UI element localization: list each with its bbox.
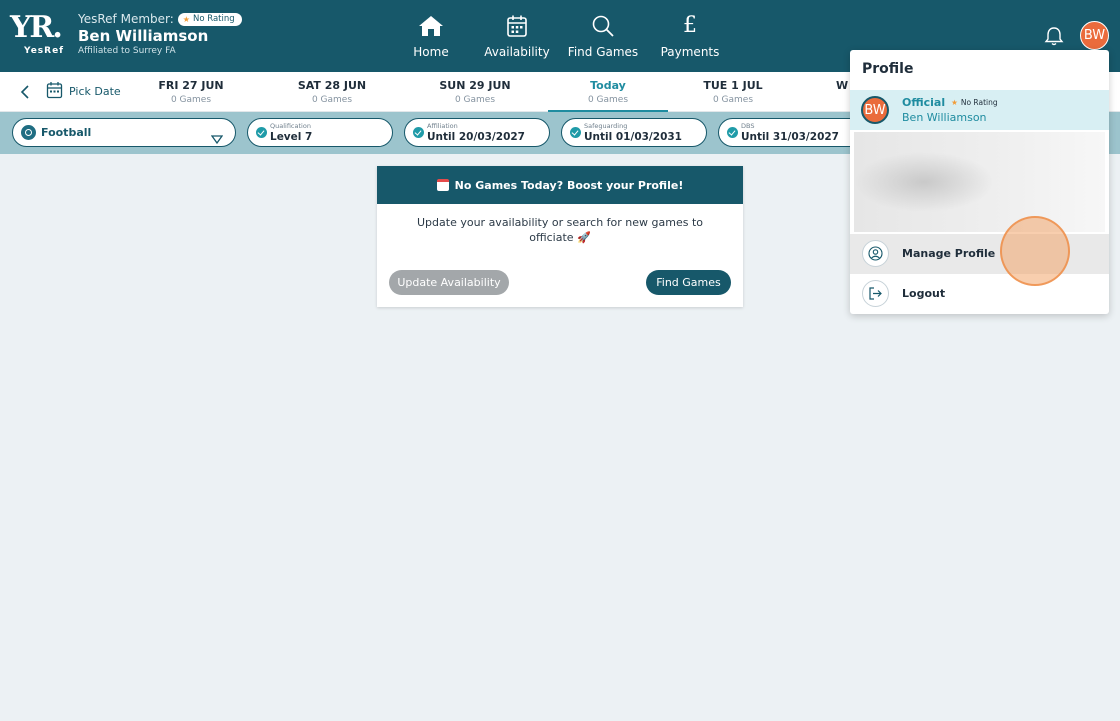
nav-home-label: Home bbox=[413, 45, 449, 59]
logout-item[interactable]: Logout bbox=[850, 274, 1109, 314]
chip-value: Until 20/03/2027 bbox=[427, 131, 525, 143]
profile-user-row[interactable]: BW Official ★ No Rating Ben Williamson bbox=[850, 90, 1109, 130]
star-icon: ★ bbox=[182, 14, 190, 24]
date-tab-count: 0 Games bbox=[712, 95, 754, 105]
star-icon: ★ bbox=[951, 98, 958, 107]
profile-role: Official ★ No Rating bbox=[902, 96, 998, 109]
member-affiliation: Affiliated to Surrey FA bbox=[78, 46, 176, 56]
date-tab[interactable]: SAT 28 JUN 0 Games bbox=[272, 72, 392, 112]
calendar-emoji-icon bbox=[436, 179, 449, 191]
profile-dropdown: Profile BW Official ★ No Rating Ben Willi… bbox=[850, 50, 1109, 314]
chip-label: Safeguarding bbox=[584, 122, 628, 130]
dropdown-title: Profile bbox=[862, 61, 914, 77]
manage-profile-item[interactable]: Manage Profile bbox=[850, 234, 1109, 274]
card-message: Update your availability or search for n… bbox=[417, 216, 703, 244]
chip-label: Qualification bbox=[270, 122, 311, 130]
pound-icon: £ bbox=[683, 13, 697, 38]
role-label: Official bbox=[902, 96, 946, 109]
calendar-icon bbox=[46, 81, 63, 102]
manage-profile-label: Manage Profile bbox=[902, 247, 996, 260]
logout-label: Logout bbox=[902, 287, 946, 300]
nav-payments-label: Payments bbox=[660, 45, 720, 59]
chip-value: Level 7 bbox=[270, 131, 313, 143]
card-header: No Games Today? Boost your Profile! bbox=[377, 166, 743, 204]
date-tab[interactable]: TUE 1 JUL 0 Games bbox=[673, 72, 793, 112]
nav-availability[interactable]: Availability bbox=[482, 0, 552, 72]
chip-value: Until 31/03/2027 bbox=[741, 131, 839, 143]
chevron-left-icon[interactable] bbox=[18, 84, 32, 100]
logo-mark: YR. bbox=[10, 10, 63, 45]
date-tab-label: Today bbox=[590, 79, 626, 92]
member-label: YesRef Member: bbox=[78, 12, 174, 26]
avatar[interactable]: BW bbox=[1080, 21, 1109, 50]
chevron-down-icon bbox=[210, 129, 224, 148]
date-tab-count: 0 Games bbox=[454, 95, 496, 105]
home-icon bbox=[418, 13, 444, 39]
sport-select-value: Football bbox=[41, 126, 92, 139]
affiliation-chip[interactable]: Affiliation Until 20/03/2027 bbox=[404, 118, 550, 147]
card-title: No Games Today? Boost your Profile! bbox=[454, 178, 684, 192]
check-icon bbox=[413, 127, 424, 138]
date-tab-count: 0 Games bbox=[311, 95, 353, 105]
date-tab-today[interactable]: Today 0 Games bbox=[548, 72, 668, 112]
pick-date-label: Pick Date bbox=[69, 85, 121, 98]
rating-badge: ★ No Rating bbox=[177, 12, 242, 26]
logout-icon bbox=[862, 280, 889, 307]
sport-select[interactable]: Football bbox=[12, 118, 236, 147]
logo-wordmark: YesRef bbox=[24, 46, 65, 56]
pick-date-button[interactable]: Pick Date bbox=[46, 81, 121, 102]
rating-badge: ★ No Rating bbox=[951, 98, 998, 107]
chip-label: DBS bbox=[741, 122, 755, 130]
find-games-button[interactable]: Find Games bbox=[646, 270, 731, 295]
check-icon bbox=[256, 127, 267, 138]
member-name: Ben Williamson bbox=[78, 27, 209, 45]
user-circle-icon bbox=[862, 240, 889, 267]
calendar-icon bbox=[506, 13, 528, 39]
nav-home[interactable]: Home bbox=[405, 0, 457, 72]
nav-find-games-label: Find Games bbox=[567, 45, 639, 59]
date-tab-label: SAT 28 JUN bbox=[297, 79, 367, 92]
rocket-icon: 🚀 bbox=[577, 231, 591, 244]
check-icon bbox=[570, 127, 581, 138]
check-icon bbox=[727, 127, 738, 138]
nav-availability-label: Availability bbox=[484, 45, 550, 59]
date-tab[interactable]: FRI 27 JUN 0 Games bbox=[131, 72, 251, 112]
date-tab-label: SUN 29 JUN bbox=[439, 79, 511, 92]
yesref-logo[interactable]: YR. YesRef bbox=[10, 12, 68, 58]
date-tab-label: FRI 27 JUN bbox=[158, 79, 224, 92]
date-tab-count: 0 Games bbox=[170, 95, 212, 105]
football-icon bbox=[21, 125, 36, 140]
dbs-chip[interactable]: DBS Until 31/03/2027 bbox=[718, 118, 864, 147]
date-tab-label: TUE 1 JUL bbox=[703, 79, 763, 92]
bell-icon[interactable] bbox=[1043, 25, 1065, 47]
chip-value: Until 01/03/2031 bbox=[584, 131, 682, 143]
profile-name: Ben Williamson bbox=[902, 111, 987, 124]
avatar: BW bbox=[861, 96, 889, 124]
date-tab[interactable]: SUN 29 JUN 0 Games bbox=[415, 72, 535, 112]
touch-indicator bbox=[1000, 216, 1070, 286]
date-tab-count: 0 Games bbox=[587, 95, 629, 105]
blurred-content bbox=[854, 132, 1105, 232]
card-body: Update your availability or search for n… bbox=[377, 204, 743, 245]
search-icon bbox=[591, 13, 615, 39]
nav-payments[interactable]: £ Payments bbox=[656, 0, 724, 72]
member-info: YesRef Member: ★ No Rating Ben Williamson… bbox=[78, 11, 242, 56]
safeguarding-chip[interactable]: Safeguarding Until 01/03/2031 bbox=[561, 118, 707, 147]
chip-label: Affiliation bbox=[427, 122, 458, 130]
update-availability-button[interactable]: Update Availability bbox=[389, 270, 509, 295]
boost-profile-card: No Games Today? Boost your Profile! Upda… bbox=[377, 166, 743, 307]
nav-find-games[interactable]: Find Games bbox=[564, 0, 642, 72]
qualification-chip[interactable]: Qualification Level 7 bbox=[247, 118, 393, 147]
